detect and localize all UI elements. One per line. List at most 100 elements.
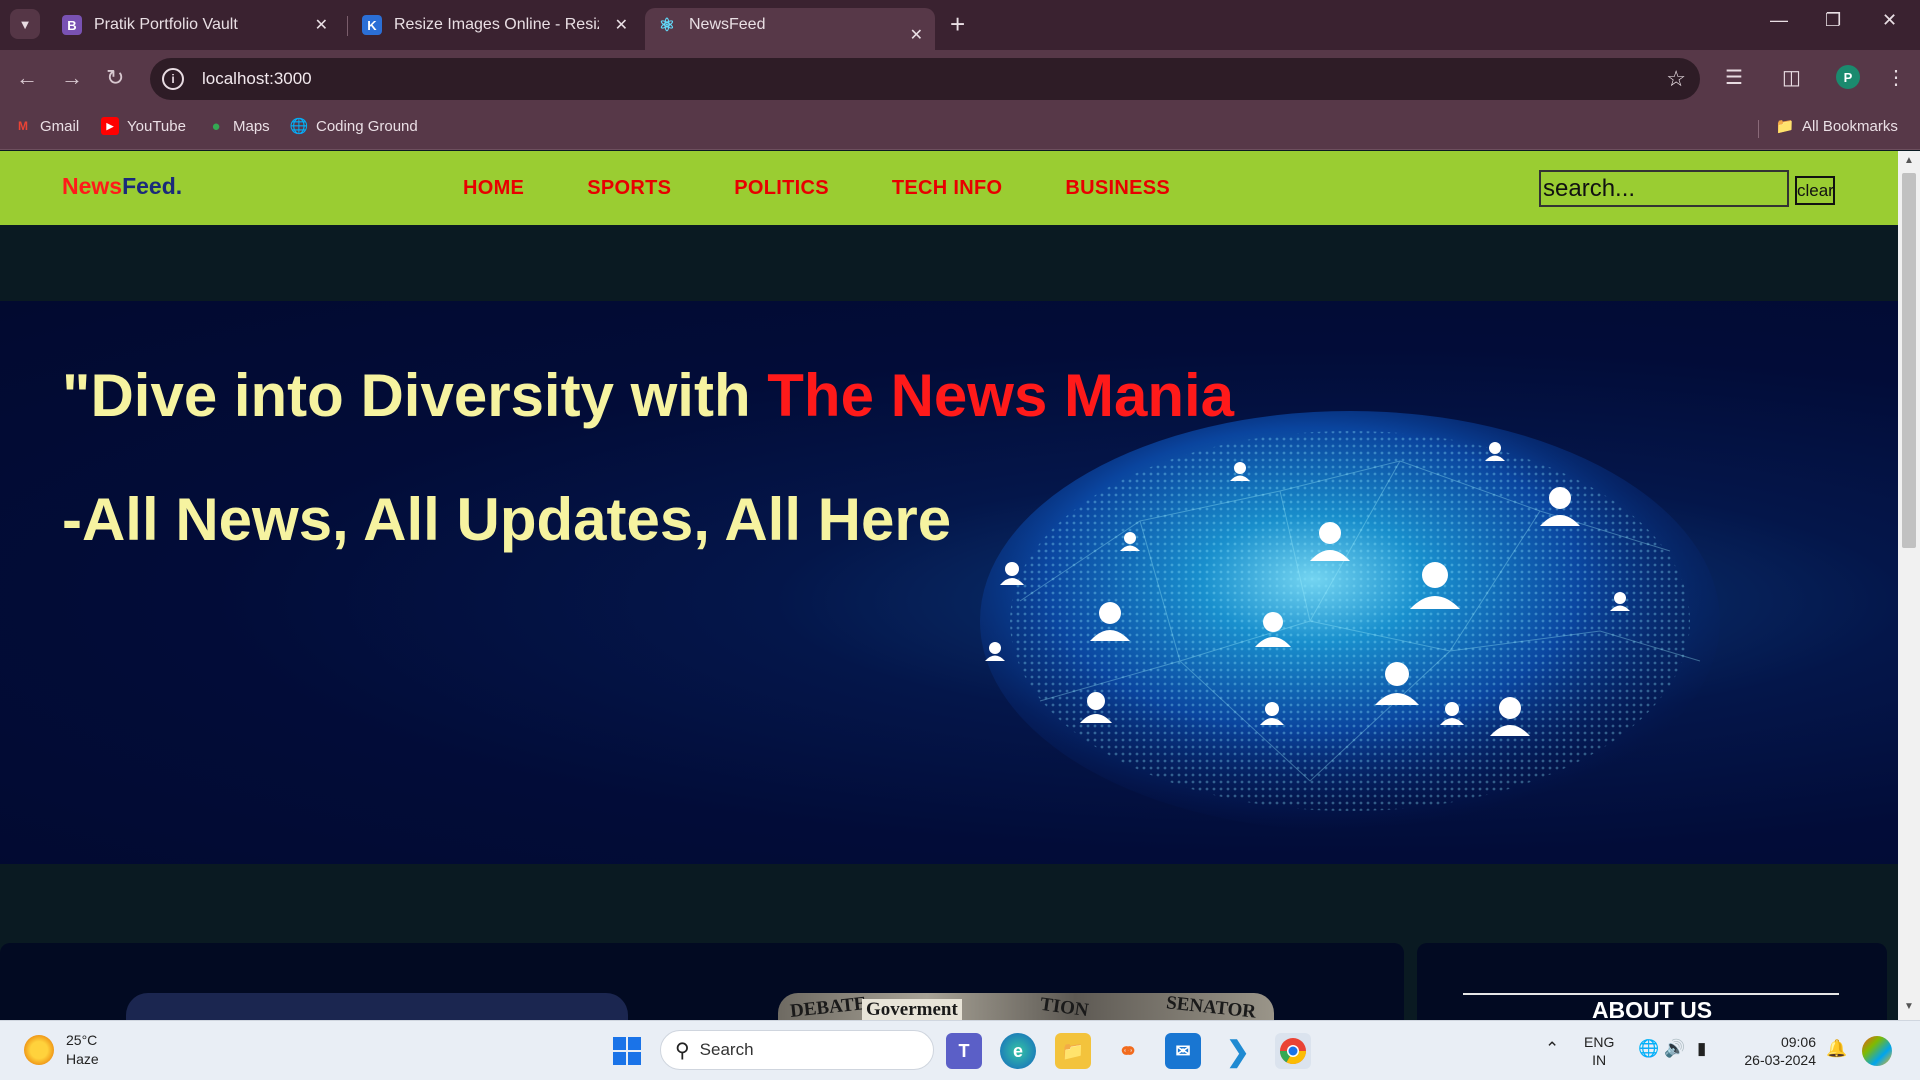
window-close-icon[interactable]: ✕	[1882, 10, 1897, 31]
menu-kebab-icon[interactable]: ⋮	[1886, 65, 1906, 90]
reload-icon[interactable]: ↻	[106, 64, 124, 92]
tab-divider	[347, 16, 348, 36]
chevron-up-icon[interactable]: ⌃	[1545, 1039, 1559, 1059]
bookmark-label: Maps	[233, 117, 270, 135]
taskbar-search[interactable]: ⚲ Search	[660, 1030, 934, 1070]
bookmark-label: Gmail	[40, 117, 80, 135]
close-icon[interactable]: ✕	[910, 25, 923, 45]
youtube-icon: ▶	[101, 117, 119, 135]
hero-headline-text: "Dive into Diversity with	[62, 362, 768, 429]
globe-network-image	[980, 411, 1720, 831]
tab-search-button[interactable]: ▼	[10, 9, 40, 39]
vscode-icon[interactable]: ❯	[1220, 1033, 1256, 1069]
page-scrollbar[interactable]: ▲ ▼	[1898, 151, 1920, 1020]
minimize-icon[interactable]: —	[1770, 10, 1788, 31]
news-section: DEBATE Goverment TION SENATOR	[0, 943, 1404, 1020]
nav-business[interactable]: BUSINESS	[1065, 177, 1170, 200]
nav-home[interactable]: HOME	[463, 177, 524, 200]
nav-sports[interactable]: SPORTS	[587, 177, 671, 200]
network-icon[interactable]: 🌐	[1638, 1039, 1659, 1059]
clock[interactable]: 09:06 26-03-2024	[1738, 1033, 1816, 1069]
taskbar-search-label: Search	[699, 1040, 754, 1059]
taskbar: 25°C Haze ⚲ Search T e 📁 ⚭ ✉ ❯ ⌃ ENG IN …	[0, 1020, 1920, 1080]
windows-start-icon[interactable]	[609, 1033, 645, 1069]
jupyter-icon[interactable]: ⚭	[1110, 1033, 1146, 1069]
react-icon: ⚛	[658, 14, 676, 35]
forward-icon[interactable]: →	[61, 64, 83, 92]
search-icon: ⚲	[675, 1039, 690, 1062]
notification-bell-icon[interactable]: 🔔	[1826, 1039, 1847, 1059]
bookmark-youtube[interactable]: ▶ YouTube	[101, 117, 186, 135]
scroll-down-icon[interactable]: ▼	[1904, 1001, 1914, 1012]
logo-news: News	[62, 173, 123, 199]
bookmark-maps[interactable]: ● Maps	[207, 117, 270, 135]
bookmarks-divider	[1758, 120, 1759, 138]
site-navbar: NewsFeed. HOME SPORTS POLITICS TECH INFO…	[0, 151, 1898, 225]
new-tab-button[interactable]: +	[950, 10, 965, 38]
close-icon[interactable]: ✕	[315, 15, 328, 35]
bookmark-gmail[interactable]: M Gmail	[14, 117, 79, 135]
bookmark-star-icon[interactable]: ☆	[1666, 66, 1686, 92]
tab-title: Pratik Portfolio Vault	[94, 16, 238, 33]
maps-pin-icon: ●	[211, 117, 221, 135]
resize-icon: K	[362, 15, 382, 35]
restore-icon[interactable]: ❐	[1825, 10, 1841, 31]
news-image-word: TION	[1038, 993, 1090, 1020]
side-panel-icon[interactable]: ◫	[1782, 65, 1801, 90]
main-nav: HOME SPORTS POLITICS TECH INFO BUSINESS	[463, 177, 1233, 200]
tab-strip: ▼ B Pratik Portfolio Vault ✕ K Resize Im…	[0, 0, 1920, 50]
lang-region: IN	[1592, 1052, 1607, 1068]
browser-toolbar: ← → ↻ i localhost:3000 ☆ ☰ ◫ P ⋮	[0, 50, 1920, 108]
tab-title: NewsFeed	[689, 16, 766, 33]
clear-button[interactable]: clear	[1795, 176, 1835, 205]
news-card-image: DEBATE Goverment TION SENATOR	[778, 993, 1274, 1020]
search-input[interactable]	[1539, 170, 1789, 207]
news-image-word: Goverment	[862, 999, 962, 1020]
clock-time: 09:06	[1780, 1034, 1816, 1050]
bookmark-label: YouTube	[127, 117, 186, 135]
news-image-word: DEBATE	[789, 993, 868, 1020]
edge-icon[interactable]: e	[1000, 1033, 1036, 1069]
tab-newsfeed[interactable]: ⚛ NewsFeed ✕	[645, 8, 935, 50]
bootstrap-icon: B	[62, 15, 82, 35]
weather-widget[interactable]: 25°C Haze	[24, 1031, 99, 1069]
volume-icon[interactable]: 🔊	[1664, 1039, 1685, 1059]
hero-banner: "Dive into Diversity with The News Mania…	[0, 301, 1898, 864]
scroll-up-icon[interactable]: ▲	[1904, 155, 1914, 166]
url-text[interactable]: localhost:3000	[202, 69, 312, 89]
folder-icon: 📁	[1775, 118, 1795, 135]
mail-icon[interactable]: ✉	[1165, 1033, 1201, 1069]
nav-politics[interactable]: POLITICS	[734, 177, 829, 200]
all-bookmarks-button[interactable]: 📁 All Bookmarks	[1775, 117, 1898, 136]
weather-temp: 25°C	[66, 1032, 98, 1048]
profile-avatar[interactable]: P	[1836, 65, 1860, 89]
chrome-icon[interactable]	[1275, 1033, 1311, 1069]
gmail-icon: M	[18, 119, 28, 133]
file-explorer-icon[interactable]: 📁	[1055, 1033, 1091, 1069]
lang-code: ENG	[1584, 1034, 1615, 1050]
clock-date: 26-03-2024	[1744, 1052, 1816, 1068]
weather-desc: Haze	[66, 1051, 99, 1067]
logo-feed: Feed.	[122, 173, 183, 199]
scroll-thumb[interactable]	[1902, 173, 1916, 548]
teams-icon[interactable]: T	[946, 1033, 982, 1069]
tab-title: Resize Images Online - Resize JPG	[394, 16, 599, 33]
nav-tech-info[interactable]: TECH INFO	[892, 177, 1002, 200]
language-indicator[interactable]: ENG IN	[1584, 1033, 1614, 1069]
all-bookmarks-label: All Bookmarks	[1802, 117, 1898, 135]
address-bar[interactable]: i localhost:3000 ☆	[150, 58, 1700, 100]
tab-portfolio[interactable]: B Pratik Portfolio Vault ✕	[50, 8, 340, 42]
extensions-icon[interactable]: ☰	[1725, 65, 1743, 90]
site-info-icon[interactable]: i	[162, 68, 184, 90]
copilot-icon[interactable]	[1862, 1036, 1892, 1066]
tab-resize-images[interactable]: K Resize Images Online - Resize JPG ✕	[350, 8, 640, 42]
close-icon[interactable]: ✕	[615, 15, 628, 35]
site-logo[interactable]: NewsFeed.	[62, 173, 182, 200]
battery-icon[interactable]: ▮	[1697, 1039, 1706, 1059]
haze-sun-icon	[24, 1035, 54, 1065]
back-icon[interactable]: ←	[16, 64, 38, 92]
bookmark-label: Coding Ground	[316, 117, 418, 135]
hero-tagline: -All News, All Updates, All Here	[62, 486, 952, 553]
bookmark-coding-ground[interactable]: 🌐 Coding Ground	[290, 117, 418, 136]
news-card-placeholder	[126, 993, 628, 1020]
